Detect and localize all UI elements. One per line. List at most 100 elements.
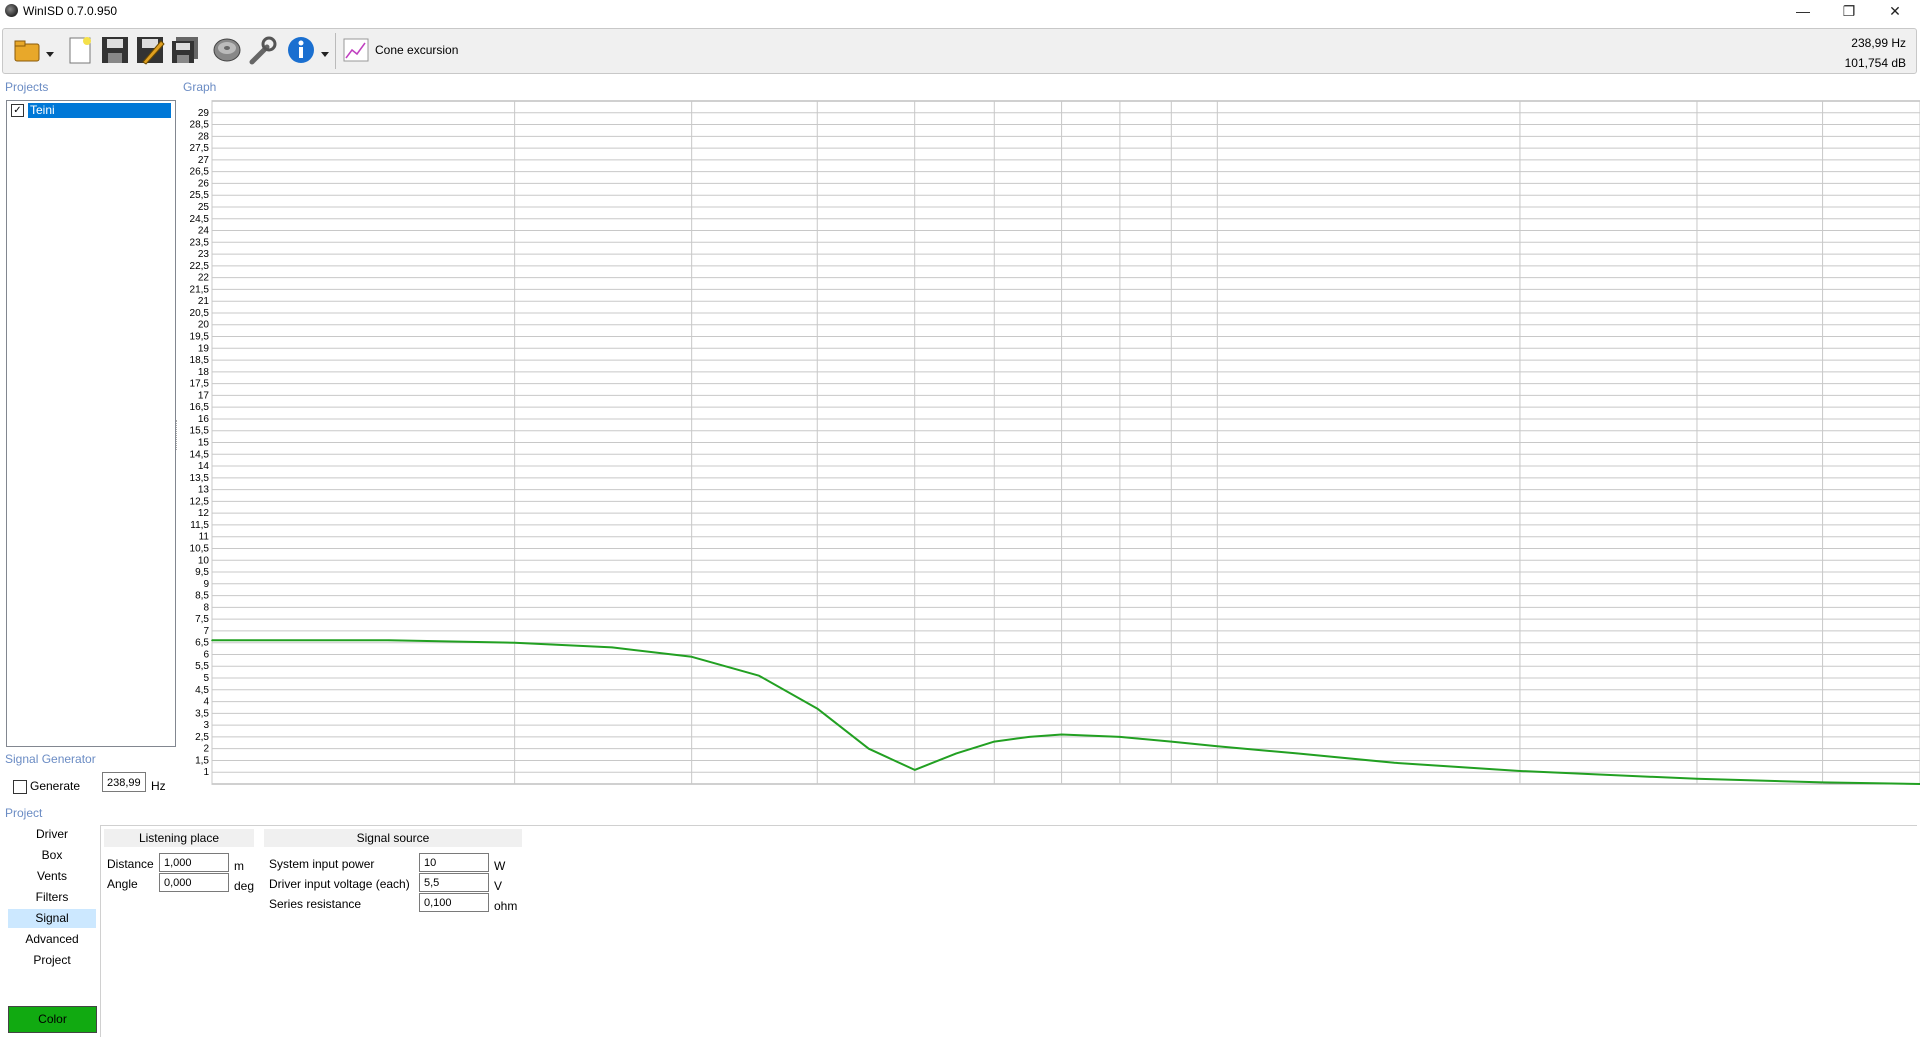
graph-icon <box>343 38 369 62</box>
save-as-icon[interactable] <box>135 35 165 65</box>
y-tick-label: 4 <box>203 697 209 708</box>
y-tick-label: 26,5 <box>190 167 210 178</box>
readout-frequency: 238,99 Hz <box>1851 36 1906 50</box>
project-checkbox[interactable]: ✓ <box>11 104 24 117</box>
series-point <box>211 639 213 642</box>
signal-source-header: Signal source <box>264 829 522 847</box>
generator-frequency-unit: Hz <box>151 779 166 793</box>
series-point <box>388 639 390 642</box>
y-tick-label: 23 <box>198 249 210 260</box>
y-tick-label: 6 <box>203 649 209 660</box>
nav-driver[interactable]: Driver <box>8 825 96 844</box>
generate-checkbox[interactable] <box>13 780 27 794</box>
series-point <box>1821 781 1824 784</box>
wrench-icon[interactable] <box>247 35 277 65</box>
generator-frequency-input[interactable]: 238,99 <box>102 772 146 792</box>
restore-button[interactable]: ❐ <box>1826 0 1872 22</box>
generate-label: Generate <box>30 779 81 793</box>
series-point <box>1060 733 1063 736</box>
y-tick-label: 20 <box>198 320 210 331</box>
listening-place-header: Listening place <box>104 829 254 847</box>
y-tick-label: 21,5 <box>190 284 210 295</box>
y-tick-label: 3,5 <box>195 708 209 719</box>
series-point <box>816 707 819 710</box>
graph-selector[interactable]: Cone excursion <box>341 35 471 65</box>
y-tick-label: 15,5 <box>190 426 210 437</box>
y-tick-label: 1,5 <box>195 755 209 766</box>
save-all-icon[interactable] <box>170 35 200 65</box>
info-icon[interactable] <box>286 35 316 65</box>
y-tick-label: 16 <box>198 414 210 425</box>
input-voltage-input[interactable]: 5,5 <box>419 873 489 892</box>
y-tick-label: 3 <box>203 720 209 731</box>
y-tick-label: 9,5 <box>195 567 209 578</box>
y-tick-label: 17 <box>198 390 210 401</box>
signal-generator-label: Signal Generator <box>5 752 96 766</box>
y-tick-label: 19,5 <box>190 332 210 343</box>
y-tick-label: 5,5 <box>195 661 209 672</box>
y-tick-label: 26 <box>198 178 210 189</box>
y-tick-label: 16,5 <box>190 402 210 413</box>
nav-advanced[interactable]: Advanced <box>8 930 96 949</box>
y-tick-label: 15 <box>198 438 210 449</box>
y-tick-label: 28 <box>198 131 210 142</box>
graph-selector-label: Cone excursion <box>375 43 459 57</box>
y-tick-label: 10 <box>198 555 210 566</box>
title-bar: WinISD 0.7.0.950 — ❐ ✕ <box>0 0 1920 22</box>
y-tick-label: 2 <box>203 744 209 755</box>
series-point <box>1028 736 1031 738</box>
y-tick-label: 10,5 <box>190 543 210 554</box>
series-resistance-input[interactable]: 0,100 <box>419 893 489 912</box>
input-voltage-unit: V <box>494 879 503 893</box>
distance-input[interactable]: 1,000 <box>159 853 229 872</box>
nav-signal[interactable]: Signal <box>8 909 96 928</box>
y-tick-label: 11 <box>199 532 210 543</box>
y-tick-label: 6,5 <box>195 638 209 649</box>
save-icon[interactable] <box>100 35 130 65</box>
series-resistance-unit: ohm <box>494 899 518 913</box>
y-tick-label: 24 <box>198 226 210 237</box>
angle-input[interactable]: 0,000 <box>159 873 229 892</box>
chevron-down-icon[interactable] <box>46 47 54 61</box>
nav-vents[interactable]: Vents <box>8 867 96 886</box>
open-folder-icon[interactable] <box>13 35 43 65</box>
cone-excursion-chart: 11,522,533,544,555,566,577,588,599,51010… <box>190 100 1920 785</box>
color-button[interactable]: Color <box>8 1006 97 1033</box>
series-point <box>1296 752 1298 755</box>
project-item[interactable]: ✓ Teini <box>11 103 171 118</box>
y-tick-label: 19 <box>198 343 210 354</box>
window-title: WinISD 0.7.0.950 <box>23 4 118 18</box>
cursor-readout: 238,99 Hz 101,754 dB <box>1845 33 1906 73</box>
series-point <box>1393 762 1396 764</box>
series-point <box>1519 770 1521 772</box>
driver-icon[interactable] <box>212 35 242 65</box>
y-tick-label: 25 <box>198 202 210 213</box>
y-tick-label: 14,5 <box>190 449 210 460</box>
y-tick-label: 25,5 <box>190 190 210 201</box>
y-tick-label: 8 <box>203 602 209 613</box>
minimize-button[interactable]: — <box>1780 0 1826 22</box>
chevron-down-icon[interactable] <box>321 47 329 61</box>
y-tick-label: 9 <box>203 579 209 590</box>
nav-box[interactable]: Box <box>8 846 96 865</box>
project-name[interactable]: Teini <box>28 103 171 118</box>
series-point <box>1696 778 1698 780</box>
project-section-label: Project <box>5 806 43 820</box>
series-point <box>913 769 916 771</box>
y-tick-label: 11,5 <box>190 520 209 531</box>
input-voltage-label: Driver input voltage (each) <box>269 877 410 891</box>
splitter-handle[interactable] <box>176 420 179 450</box>
angle-unit: deg <box>234 879 255 893</box>
nav-project[interactable]: Project <box>8 951 96 970</box>
y-tick-label: 2,5 <box>195 732 209 743</box>
y-tick-label: 14 <box>198 461 210 472</box>
nav-filters[interactable]: Filters <box>8 888 96 907</box>
input-power-label: System input power <box>269 857 375 871</box>
close-button[interactable]: ✕ <box>1872 0 1918 22</box>
y-tick-label: 13,5 <box>190 473 210 484</box>
new-document-icon[interactable] <box>65 35 95 65</box>
graph-section-label: Graph <box>183 80 217 94</box>
input-power-input[interactable]: 10 <box>419 853 489 872</box>
series-point <box>993 740 996 743</box>
series-resistance-label: Series resistance <box>269 897 362 911</box>
